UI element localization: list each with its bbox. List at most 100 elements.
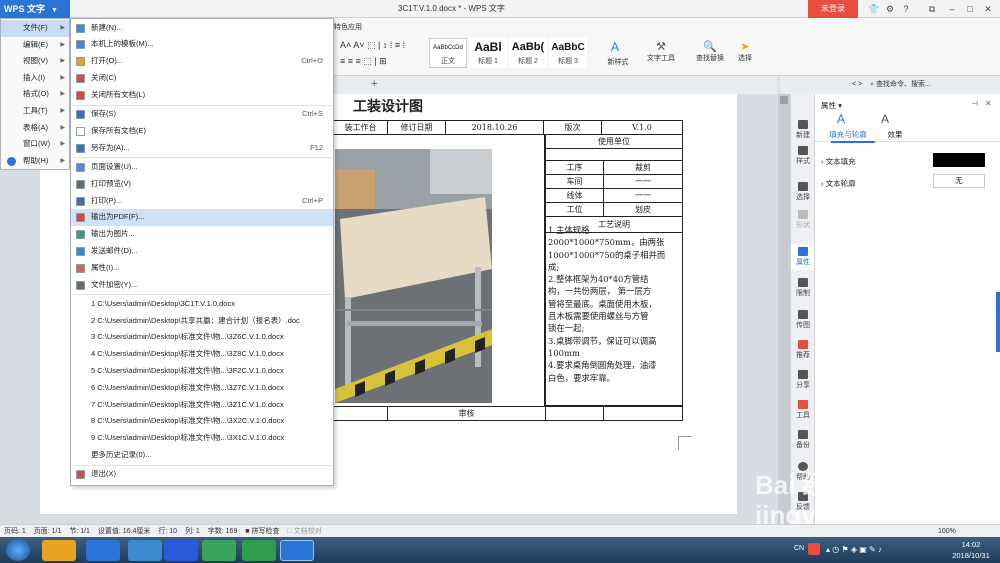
font-size-icon[interactable]: A˄ A˅ ⬚ | ↕ ⁞ ≡ ⁞ (340, 40, 405, 51)
file-menu-item[interactable]: 打印预览(V) (71, 176, 333, 193)
doc-check-toggle[interactable]: □ 文档校对 (287, 528, 321, 535)
side-tab-tools[interactable]: 工具 (791, 400, 815, 420)
scroll-arrows-icon[interactable]: < > (852, 81, 862, 88)
side-tab-select[interactable]: 选择 (791, 182, 815, 202)
main-menu-item[interactable]: 插入(I) ▶ (1, 70, 69, 87)
command-search[interactable]: < > ⌕ 查找命令、搜索... (780, 76, 1000, 94)
table-cell (545, 148, 683, 161)
skin-icon[interactable]: 👕 (866, 0, 882, 18)
file-menu-item[interactable]: 另存为(A)... F12 (71, 140, 333, 157)
settings-icon[interactable]: ⚙ (882, 0, 898, 18)
help-icon[interactable]: ? (898, 0, 914, 18)
ie-icon[interactable] (86, 540, 120, 561)
file-menu-item[interactable]: 更多历史记录(0)... (71, 447, 333, 464)
file-menu-item[interactable]: 9 C:\Users\admin\Desktop\标准文件\物...\3X1C.… (71, 430, 333, 447)
file-menu-item[interactable]: 保存(S) Ctrl+S (71, 106, 333, 123)
pin-icon[interactable]: ⊣ (971, 99, 978, 108)
vertical-scrollbar[interactable] (778, 94, 790, 524)
tab-fill-outline[interactable]: 填充与轮廓 (823, 129, 873, 140)
style-heading-3[interactable]: AaBbC 标题 3 (549, 38, 587, 68)
file-menu-item[interactable]: 8 C:\Users\admin\Desktop\标准文件\物...\3X2C.… (71, 413, 333, 430)
file-menu-item[interactable]: 输出为图片... (71, 226, 333, 243)
file-menu-item[interactable]: 文件加密(Y)... (71, 277, 333, 294)
style-heading-1[interactable]: AaBl 标题 1 (469, 38, 507, 68)
file-menu-item[interactable]: 关闭所有文档(L) (71, 87, 333, 104)
tab-effect[interactable]: 效果 (875, 129, 915, 140)
file-menu-item[interactable]: 打开(O)... Ctrl+O (71, 53, 333, 70)
find-replace-button[interactable]: 🔍 查找替换 (690, 40, 730, 63)
file-menu-item[interactable]: 3 C:\Users\admin\Desktop\标准文件\物...\3Z6C.… (71, 329, 333, 346)
main-menu-item[interactable]: 窗口(W) ▶ (1, 136, 69, 153)
close-panel-icon[interactable]: ✕ (985, 99, 992, 108)
side-tab-properties[interactable]: 属性 (791, 244, 815, 270)
spellcheck-toggle[interactable]: ■ 拼写检查 (245, 528, 279, 535)
browser-360-icon[interactable] (202, 540, 236, 561)
side-tab-share[interactable]: 分享 (791, 370, 815, 390)
main-menu-item[interactable]: 编辑(E) ▶ (1, 37, 69, 54)
file-menu-item[interactable]: 发送邮件(D)... (71, 243, 333, 260)
side-tab-recommend[interactable]: 推荐 (791, 340, 815, 360)
clock[interactable]: 14:02 2018/10/31 (946, 539, 996, 561)
file-menu-item[interactable]: 关闭(C) (71, 70, 333, 87)
tray-icons[interactable]: ▴ ◷ ⚑ ◈ ▣ ✎ ♪ (826, 545, 882, 554)
side-tab-restrict[interactable]: 限制 (791, 278, 815, 298)
file-menu-item[interactable]: 1 C:\Users\admin\Desktop\3C1T.V.1.0.docx (71, 296, 333, 313)
status-words[interactable]: 字数: 169 (208, 528, 238, 535)
file-menu-item[interactable]: 保存所有文档(E) (71, 123, 333, 140)
side-tab-style[interactable]: 样式 (791, 146, 815, 166)
restore-tabs-icon[interactable]: ⧉ (924, 0, 940, 18)
menu-item-label: 7 C:\Users\admin\Desktop\标准文件\物...\3Z1C.… (91, 399, 284, 409)
side-tab-shape[interactable]: 形状 (791, 210, 815, 230)
select-button[interactable]: ➤ 选择 (732, 40, 758, 63)
status-setting: 设置值: 16.4厘米 (97, 528, 151, 535)
style-normal[interactable]: AaBbCcDd 正文 (429, 38, 467, 68)
language-indicator[interactable]: CN (794, 545, 804, 552)
side-tab-upload-image[interactable]: 传图 (791, 310, 815, 330)
scroll-thumb[interactable] (780, 96, 788, 104)
start-button[interactable] (6, 539, 30, 561)
side-tab-backup[interactable]: 备份 (791, 430, 815, 450)
taskbar-app-icon[interactable] (42, 540, 76, 561)
feishu-icon[interactable] (128, 540, 162, 561)
file-menu-item[interactable]: 打印(P)... Ctrl+P (71, 193, 333, 210)
file-menu-item[interactable]: 2 C:\Users\admin\Desktop\共享共赢：建合计划（报名表）.… (71, 313, 333, 330)
main-menu-item[interactable]: 帮助(H) ▶ (1, 153, 69, 170)
paragraph-icon[interactable]: ≡ ≡ ≡ ⬚ | ⊞ (340, 56, 387, 67)
wps-menu-button[interactable]: WPS 文字 ▼ (0, 0, 70, 18)
text-tools-button[interactable]: ⚒ 文字工具 (641, 40, 681, 63)
file-menu-item[interactable]: 新建(N)... (71, 20, 333, 37)
file-menu-item[interactable]: 页面设置(U)... (71, 159, 333, 176)
ribbon-tab-special[interactable]: 特色应用 (334, 22, 362, 32)
wps-spreadsheet-icon[interactable] (242, 540, 276, 561)
file-menu-item[interactable]: 输出为PDF(F)... (71, 209, 333, 227)
side-tab-new[interactable]: 新建 (791, 120, 815, 140)
style-heading-2[interactable]: AaBb( 标题 2 (509, 38, 547, 68)
sogou-ime-icon[interactable] (808, 543, 820, 555)
minimize-icon[interactable]: – (944, 0, 960, 18)
close-icon[interactable]: ✕ (980, 0, 996, 18)
baidu-netdisk-icon[interactable] (164, 540, 198, 561)
file-menu-item[interactable]: 本机上的模板(M)... (71, 36, 333, 53)
file-menu-item[interactable]: 6 C:\Users\admin\Desktop\标准文件\物...\3Z7C.… (71, 380, 333, 397)
main-menu-item[interactable]: 表格(A) ▶ (1, 120, 69, 137)
text-fill-row[interactable]: › 文本填充 (821, 156, 856, 167)
text-fill-color-swatch[interactable] (933, 153, 985, 167)
wps-writer-icon[interactable] (280, 540, 314, 561)
file-menu-item[interactable]: 退出(X) (71, 466, 333, 483)
file-menu-item[interactable]: 4 C:\Users\admin\Desktop\标准文件\物...\3Z8C.… (71, 346, 333, 363)
new-style-button[interactable]: A 新样式 (605, 40, 631, 67)
main-menu-item[interactable]: 工具(T) ▶ (1, 103, 69, 120)
text-outline-select[interactable]: 无 (933, 174, 985, 188)
file-menu-item[interactable]: 属性(I)... (71, 260, 333, 277)
maximize-icon[interactable]: □ (962, 0, 978, 18)
main-menu-item[interactable]: 文件(F) ▶ (1, 20, 69, 37)
text-outline-row[interactable]: › 文本轮廓 (821, 178, 856, 189)
login-button[interactable]: 未登录 (808, 0, 858, 18)
panel-edge-handle[interactable] (996, 292, 1000, 352)
main-menu-item[interactable]: 格式(O) ▶ (1, 86, 69, 103)
add-tab-icon[interactable]: + (371, 78, 377, 90)
file-menu-item[interactable]: 7 C:\Users\admin\Desktop\标准文件\物...\3Z1C.… (71, 397, 333, 414)
file-menu-item[interactable]: 5 C:\Users\admin\Desktop\标准文件\物...\3F2C.… (71, 363, 333, 380)
main-menu-item[interactable]: 视图(V) ▶ (1, 53, 69, 70)
search-input[interactable]: 查找命令、搜索... (876, 81, 931, 88)
